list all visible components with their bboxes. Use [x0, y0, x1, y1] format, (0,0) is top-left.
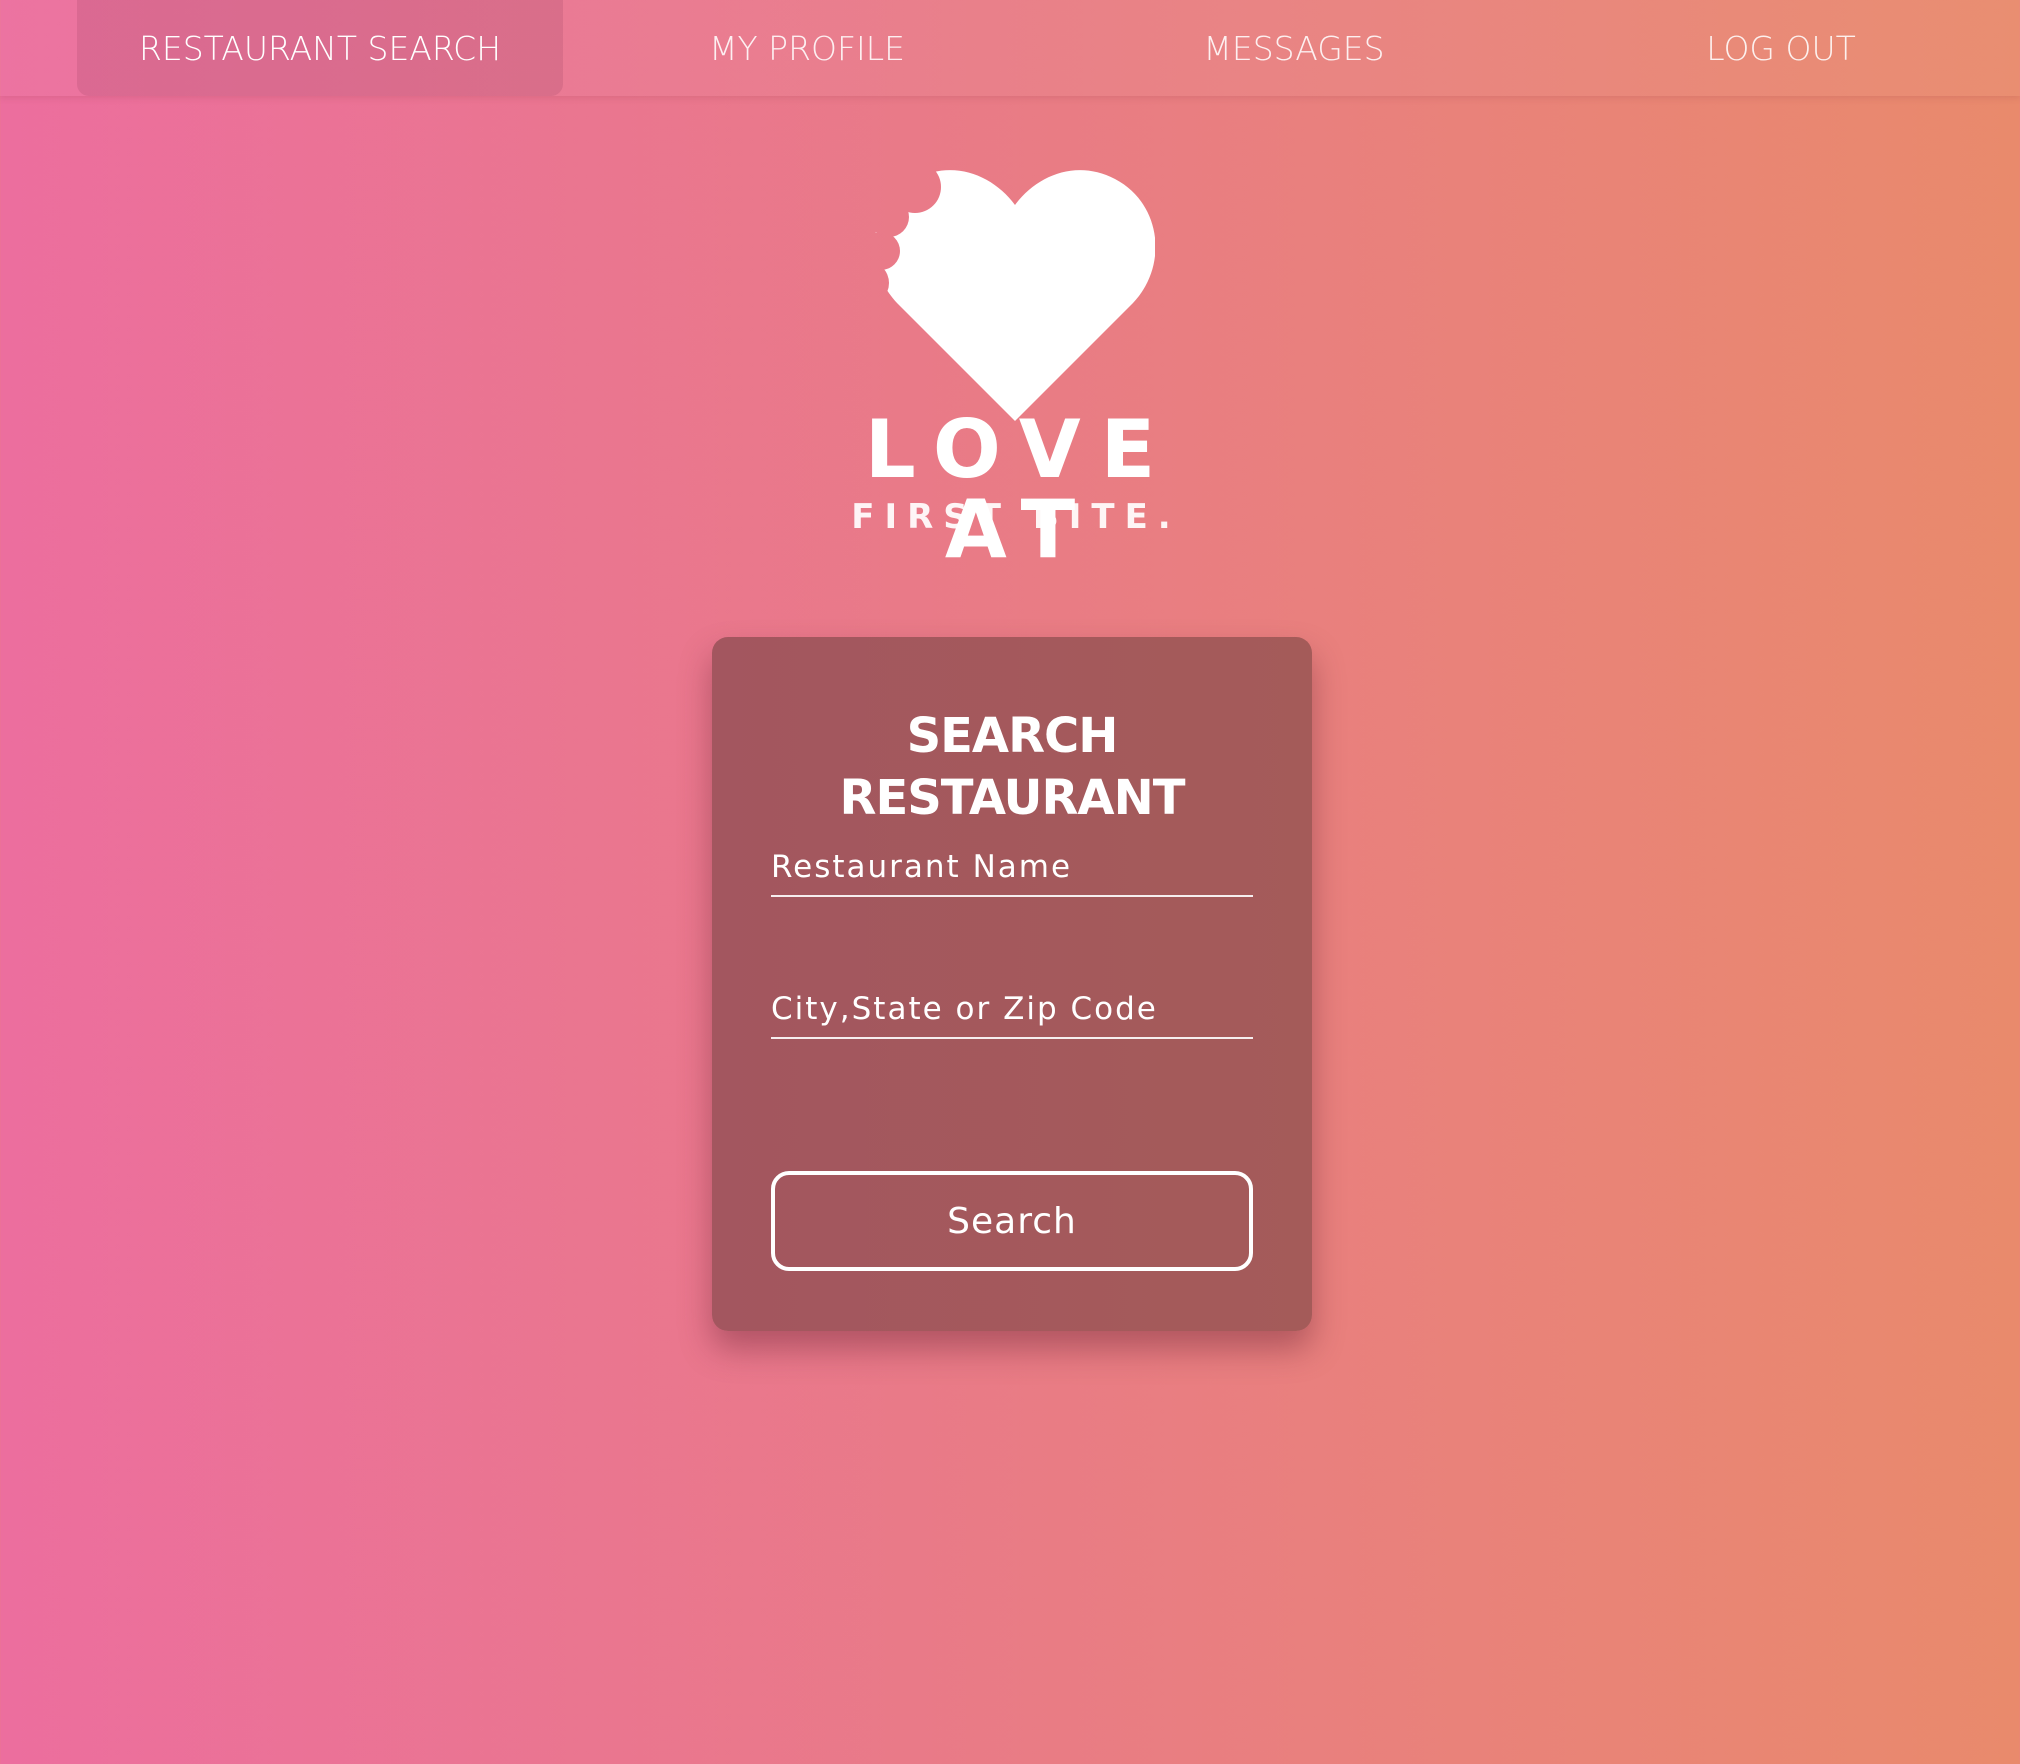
- restaurant-name-input[interactable]: [771, 849, 1253, 885]
- brand-logo: LOVE AT FIRST BITE.: [760, 160, 1260, 570]
- nav-restaurant-search[interactable]: RESTAURANT SEARCH: [77, 0, 563, 96]
- location-input[interactable]: [771, 991, 1253, 1027]
- restaurant-name-field: [771, 825, 1253, 897]
- search-button[interactable]: Search: [771, 1171, 1253, 1271]
- search-card: SEARCH RESTAURANT Search: [712, 637, 1312, 1331]
- nav-log-out[interactable]: LOG OUT: [1538, 0, 2020, 96]
- logo-subtitle: FIRST BITE.: [851, 497, 1181, 537]
- nav-my-profile[interactable]: MY PROFILE: [564, 0, 1050, 96]
- top-navigation: RESTAURANT SEARCH MY PROFILE MESSAGES LO…: [0, 0, 2020, 96]
- nav-messages[interactable]: MESSAGES: [1051, 0, 1537, 96]
- card-title: SEARCH RESTAURANT: [712, 705, 1312, 829]
- card-title-line2: RESTAURANT: [839, 770, 1185, 826]
- location-field: [771, 967, 1253, 1039]
- bitten-heart-icon: [875, 170, 1155, 421]
- card-title-line1: SEARCH: [906, 708, 1119, 764]
- logo-title: LOVE AT: [864, 403, 1176, 576]
